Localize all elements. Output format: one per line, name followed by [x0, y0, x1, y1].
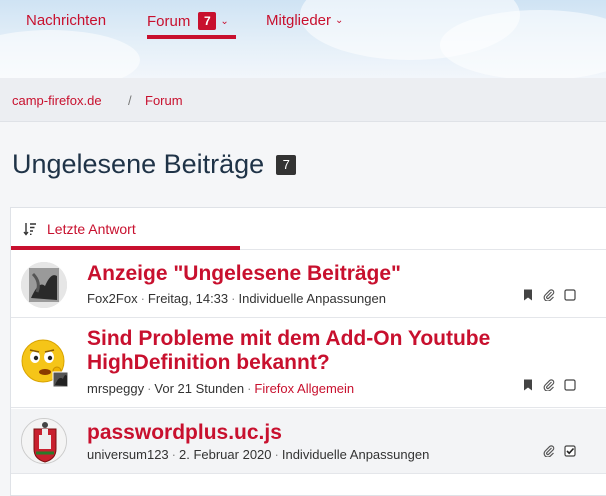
tab-letzte-antwort[interactable]: Letzte Antwort [11, 208, 240, 250]
page-title: Ungelesene Beiträge 7 [12, 149, 297, 180]
thread-meta: universum123 · 2. Februar 2020 · Individuell… [87, 447, 430, 462]
bookmark-icon[interactable] [522, 289, 534, 301]
thread-status-icons [543, 445, 576, 457]
unread-badge: 7 [198, 12, 217, 30]
nav-item-forum[interactable]: Forum 7 ⌄ [147, 12, 229, 30]
site-header: Nachrichten Forum 7 ⌄ Mitglieder ⌄ [0, 0, 606, 78]
thread-time-link[interactable]: Vor 21 Stunden [154, 381, 244, 396]
nav-item-nachrichten[interactable]: Nachrichten [26, 12, 106, 29]
thread-row[interactable]: Sind Probleme mit dem Add-On Youtube Hig… [11, 319, 606, 408]
nav-item-label: Nachrichten [26, 12, 107, 29]
thread-forum-link[interactable]: Individuelle Anpassungen [238, 291, 385, 306]
checkbox-icon[interactable] [564, 289, 576, 301]
attachment-icon [543, 289, 555, 301]
attachment-icon [543, 445, 555, 457]
thread-forum-link[interactable]: Firefox Allgemein [254, 381, 354, 396]
thread-author-link[interactable]: mrspeggy [87, 381, 144, 396]
unread-count-badge: 7 [276, 154, 297, 175]
nav-item-label: Forum [147, 12, 191, 30]
thread-status-icons [522, 289, 576, 301]
tab-active-indicator [11, 246, 240, 250]
thread-title-link[interactable]: Anzeige "Ungelesene Beiträge" [87, 262, 547, 286]
checkbox-icon[interactable] [564, 379, 576, 391]
avatar[interactable] [21, 262, 67, 308]
thread-status-icons [522, 379, 576, 391]
thread-title-link[interactable]: Sind Probleme mit dem Add-On Youtube Hig… [87, 327, 547, 375]
avatar[interactable] [21, 339, 69, 388]
main-nav: Nachrichten Forum 7 ⌄ Mitglieder ⌄ [0, 0, 606, 44]
bookmark-icon[interactable] [522, 379, 534, 391]
breadcrumb-item-home[interactable]: camp-firefox.de [12, 93, 102, 108]
tab-bar: Letzte Antwort [11, 208, 606, 250]
chevron-down-icon[interactable]: ⌄ [220, 16, 228, 27]
nav-item-label: Mitglieder [266, 12, 332, 29]
breadcrumb: camp-firefox.de / Forum [0, 78, 606, 122]
page-title-text: Ungelesene Beiträge [12, 149, 265, 179]
tab-label: Letzte Antwort [47, 221, 136, 237]
attachment-icon [543, 379, 555, 391]
breadcrumb-item-forum[interactable]: Forum [145, 93, 183, 108]
thread-title-link[interactable]: passwordplus.uc.js [87, 421, 547, 445]
checkbox-checked-icon[interactable] [564, 445, 576, 457]
thread-author-link[interactable]: universum123 [87, 447, 169, 462]
sort-descending-icon [23, 223, 36, 236]
nav-active-indicator [147, 35, 236, 39]
thread-author-link[interactable]: Fox2Fox [87, 291, 138, 306]
thread-row[interactable]: Anzeige "Ungelesene Beiträge" Fox2Fox · Fr… [11, 252, 606, 318]
thread-list-block: Letzte Antwort Anzeige "Ungelesene Beitr… [10, 207, 606, 496]
thread-forum-link[interactable]: Individuelle Anpassungen [282, 447, 429, 462]
breadcrumb-separator: / [128, 93, 132, 108]
chevron-down-icon[interactable]: ⌄ [335, 15, 343, 26]
nav-item-mitglieder[interactable]: Mitglieder ⌄ [266, 12, 343, 29]
thread-time-link[interactable]: Freitag, 14:33 [148, 291, 228, 306]
thread-meta: mrspeggy · Vor 21 Stunden · Firefox Allgemei… [87, 381, 355, 396]
thread-meta: Fox2Fox · Freitag, 14:33 · Individuelle Anpa… [87, 291, 386, 306]
thread-time-link[interactable]: 2. Februar 2020 [179, 447, 272, 462]
thread-row[interactable]: passwordplus.uc.js universum123 · 2. Febru… [11, 409, 606, 474]
avatar[interactable] [21, 418, 67, 464]
